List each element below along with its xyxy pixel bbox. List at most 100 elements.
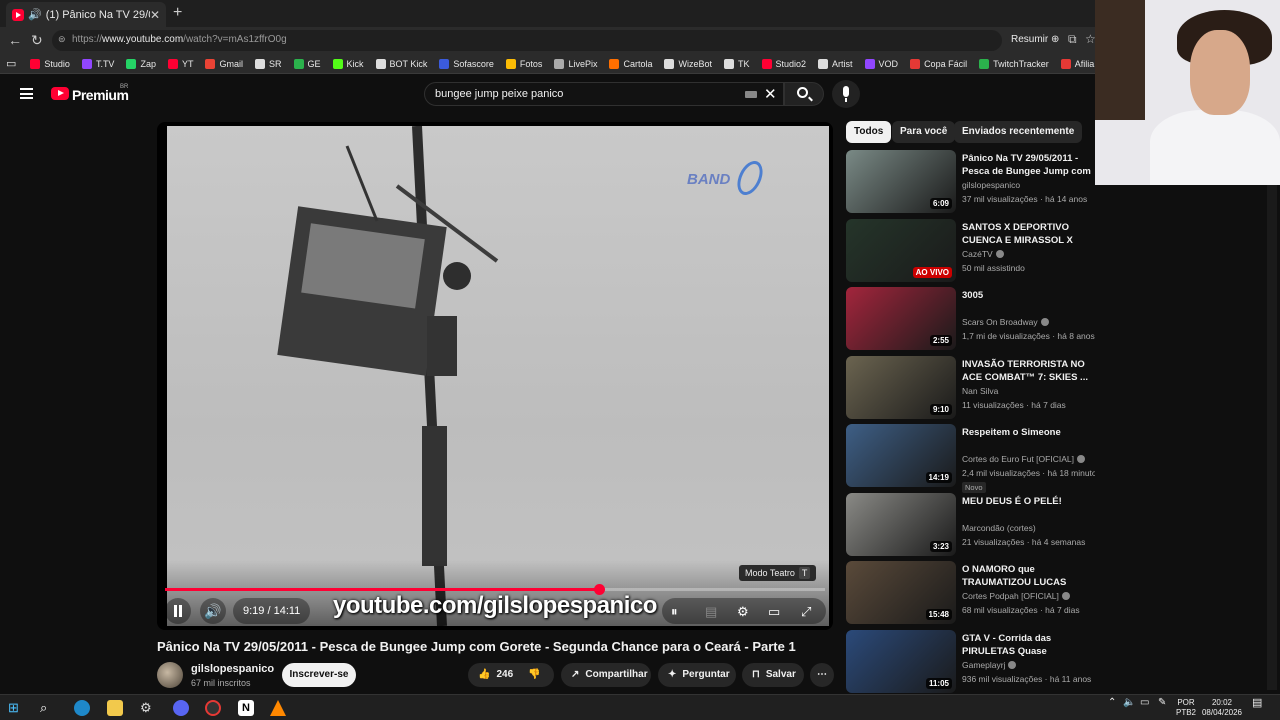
bookmark-item[interactable]: TK (723, 58, 750, 69)
notifications-icon[interactable]: ▤ (1252, 698, 1262, 709)
channel-avatar[interactable] (157, 662, 183, 688)
bookmarks-menu-icon[interactable]: ▭ (6, 57, 16, 70)
clock[interactable]: 20:02 08/04/2026 (1200, 698, 1244, 718)
recommendation-title[interactable]: 3005 (962, 289, 1098, 302)
bookmark-item[interactable]: TwitchTracker (979, 58, 1049, 69)
bookmark-item[interactable]: T.TV (81, 58, 114, 69)
vlc-icon[interactable] (270, 700, 286, 716)
settings-icon[interactable]: ⚙ (140, 700, 156, 716)
chip-enviados-recentemente[interactable]: Enviados recentemente (954, 121, 1083, 143)
bookmark-item[interactable]: Studio2 (761, 58, 806, 69)
video-player[interactable]: BAND 🔊 9:19 / 14:11 youtube.com/gilslope… (157, 122, 833, 630)
recommendation-channel[interactable]: Scars On Broadway (962, 317, 1049, 327)
more-actions-button[interactable]: ⋯ (810, 663, 834, 687)
bookmark-item[interactable]: Zap (126, 58, 156, 69)
speaker-icon[interactable]: 🔊 (28, 8, 42, 21)
fullscreen-icon[interactable]: ⤢ (801, 604, 811, 620)
obs-icon[interactable] (205, 700, 221, 716)
tray-chevron-icon[interactable]: ⌃ (1108, 698, 1116, 708)
new-tab-button[interactable]: + (173, 4, 182, 22)
bookmark-item[interactable]: Kick (332, 58, 364, 69)
recommendation-item[interactable]: 6:09 Pânico Na TV 29/05/2011 - Pesca de B… (846, 150, 1094, 214)
browser-tab[interactable]: 🔊 (1) Pânico Na TV 29/05/2011 ✕ (6, 2, 166, 27)
settings-gear-icon[interactable]: ⚙ (737, 604, 749, 620)
recommendation-item[interactable]: 3:23 MEU DEUS É O PELÉ! Marcondão (cortes)… (846, 492, 1116, 557)
menu-icon[interactable] (20, 88, 33, 99)
taskbar-search-icon[interactable]: ⌕ (40, 700, 56, 716)
discord-icon[interactable] (173, 700, 189, 716)
keyboard-language[interactable]: POR PTB2 (1176, 698, 1196, 718)
tray-speaker-icon[interactable]: 🔈 (1123, 698, 1135, 708)
edge-browser-icon[interactable] (74, 700, 90, 716)
recommendation-title[interactable]: O NAMORO que TRAUMATIZOU LUCAS INUTILISM… (962, 563, 1098, 589)
bookmark-item[interactable]: BOT Kick (375, 58, 427, 69)
recommendation-thumbnail[interactable]: 9:10 (846, 355, 956, 419)
recommendation-item[interactable]: 2:55 3005 Scars On Broadway 1,7 mi de visua… (846, 287, 1116, 351)
recommendation-channel[interactable]: Nan Silva (962, 386, 998, 396)
back-icon[interactable]: ← (8, 32, 22, 48)
share-button[interactable]: ↗ Compartilhar (561, 663, 651, 687)
recommendation-channel[interactable]: Gameplayrj (962, 660, 1017, 670)
site-info-icon[interactable]: ⊜ (58, 34, 66, 45)
ask-button[interactable]: ✦ Perguntar (658, 663, 736, 687)
like-icon[interactable]: 👍 (478, 663, 490, 687)
tray-network-icon[interactable]: ▭ (1140, 698, 1149, 708)
recommendation-thumbnail[interactable]: 14:19 (846, 424, 956, 487)
bookmark-item[interactable]: LivePix (554, 58, 597, 69)
clear-search-icon[interactable]: ✕ (764, 85, 777, 103)
bookmark-item[interactable]: VOD (864, 58, 898, 69)
bookmark-item[interactable]: GE (293, 58, 321, 69)
recommendation-item[interactable]: 15:48 O NAMORO que TRAUMATIZOU LUCAS INUT… (846, 561, 1116, 625)
youtube-logo-icon[interactable] (51, 87, 69, 100)
like-count[interactable]: 246 (496, 669, 513, 680)
address-bar[interactable]: ⊜ https://www.youtube.com/watch?v=mAs1zf… (52, 30, 1002, 51)
recommendation-channel[interactable]: CazéTV (962, 249, 1004, 259)
recommendation-title[interactable]: INVASÃO TERRORISTA NO ACE COMBAT™ 7: SKI… (962, 358, 1098, 384)
recommendation-thumbnail[interactable]: AO VIVO (846, 218, 956, 282)
theater-mode-icon[interactable]: ▭ (768, 604, 780, 620)
dislike-icon[interactable]: 👎 (528, 663, 540, 687)
recommendation-channel[interactable]: Cortes do Euro Fut [OFICIAL] (962, 454, 1085, 464)
keyboard-icon[interactable] (745, 91, 757, 98)
bookmark-item[interactable]: Gmail (205, 58, 243, 69)
recommendation-thumbnail[interactable]: 11:05 (846, 629, 956, 693)
notion-icon[interactable]: N (238, 700, 254, 716)
subscribe-button[interactable]: Inscrever-se (282, 663, 356, 687)
subtitles-icon[interactable]: ▤ (705, 604, 717, 620)
chip-para-voce[interactable]: Para você (892, 121, 956, 143)
resumir-button[interactable]: Resumir ⊕ (1011, 34, 1059, 45)
close-tab-icon[interactable]: ✕ (150, 8, 160, 22)
bookmark-item[interactable]: Studio (30, 58, 70, 69)
autoplay-toggle-icon[interactable]: ⏸ (671, 604, 678, 620)
volume-button[interactable]: 🔊 (200, 598, 226, 624)
save-button[interactable]: ⊓ Salvar (742, 663, 804, 687)
recommendation-title[interactable]: Pânico Na TV 29/05/2011 - Pesca de Bunge… (962, 152, 1098, 178)
chip-todos[interactable]: Todos (846, 121, 892, 143)
recommendation-item[interactable]: 9:10 INVASÃO TERRORISTA NO ACE COMBAT™ 7:… (846, 355, 1116, 420)
recommendation-channel[interactable]: Cortes Podpah [OFICIAL] (962, 591, 1070, 601)
recommendation-thumbnail[interactable]: 6:09 (846, 150, 956, 213)
bookmark-item[interactable]: Sofascore (439, 58, 494, 69)
recommendation-channel[interactable]: gilslopespanico (962, 180, 1020, 190)
bookmark-item[interactable]: YT (167, 58, 193, 69)
tray-pen-icon[interactable]: ✎ (1158, 698, 1166, 708)
bookmark-item[interactable]: Fotos (505, 58, 542, 69)
bookmark-item[interactable]: Artist (818, 58, 853, 69)
recommendation-item[interactable]: 11:05 GTA V - Corrida das PIRULETAS Quase… (846, 629, 1116, 694)
extensions-icon[interactable]: ⧉ (1068, 32, 1077, 47)
recommendation-thumbnail[interactable]: 3:23 (846, 492, 956, 556)
pause-button[interactable] (165, 598, 191, 624)
recommendation-title[interactable]: GTA V - Corrida das PIRULETAS Quase IMPO… (962, 632, 1098, 658)
bookmark-item[interactable]: Cartola (609, 58, 652, 69)
bookmark-item[interactable]: WizeBot (664, 58, 712, 69)
recommendation-title[interactable]: MEU DEUS É O PELÉ! (962, 495, 1098, 508)
reload-icon[interactable]: ↻ (31, 32, 43, 49)
recommendation-item[interactable]: AO VIVO SANTOS X DEPORTIVO CUENCA E MIRAS… (846, 218, 1116, 283)
voice-search-icon[interactable] (832, 80, 860, 108)
bookmark-item[interactable]: Afilia (1060, 58, 1094, 69)
recommendation-channel[interactable]: Marcondão (cortes) (962, 523, 1036, 533)
search-button[interactable] (784, 82, 824, 106)
windows-start-icon[interactable]: ⊞ (8, 700, 24, 716)
bookmark-item[interactable]: Copa Fácil (910, 58, 967, 69)
recommendation-title[interactable]: Respeitem o Simeone (962, 426, 1098, 439)
